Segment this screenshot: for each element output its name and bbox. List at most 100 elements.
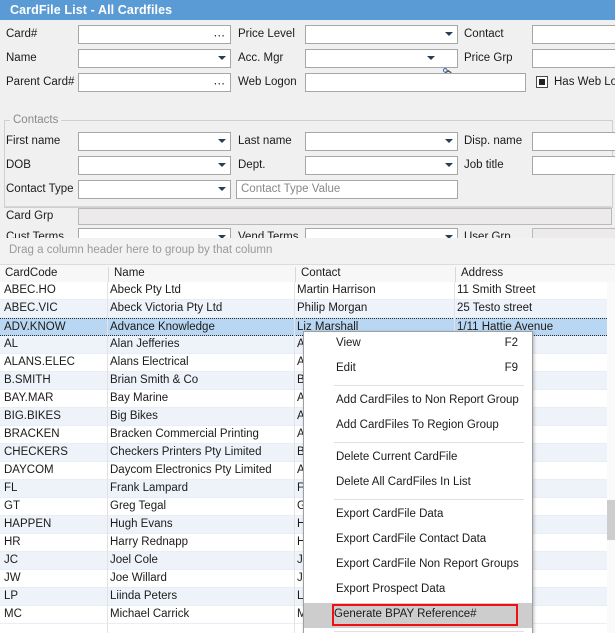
cell-contact: Martin Harrison xyxy=(297,284,452,296)
cell-name: Joe Willard xyxy=(110,572,292,584)
cell-name: Frank Lampard xyxy=(110,482,292,494)
has-web-logon-checkbox[interactable] xyxy=(536,76,548,88)
context-menu[interactable]: ViewF2EditF9 Add CardFiles to Non Report … xyxy=(303,331,533,633)
price-grp-input[interactable] xyxy=(532,49,615,68)
cell-name: Joel Cole xyxy=(110,554,292,566)
chevron-down-icon[interactable] xyxy=(218,163,226,167)
table-row[interactable]: ABEC.VIC Abeck Victoria Pty Ltd Philip Mor… xyxy=(0,300,615,318)
cell-cardcode: GT xyxy=(4,500,104,512)
card-no-input[interactable]: ⋯ xyxy=(78,25,231,44)
cell-cardcode: FL xyxy=(4,482,104,494)
menu-item-add-cardfiles-to-non-report-group[interactable]: Add CardFiles to Non Report Group xyxy=(304,389,532,414)
ellipsis-icon[interactable]: ⋯ xyxy=(214,76,227,90)
first-name-select[interactable] xyxy=(78,132,231,151)
menu-item-label: Add CardFiles To Region Group xyxy=(336,419,499,431)
card-grp-label: Card Grp xyxy=(6,210,53,222)
chevron-down-icon[interactable] xyxy=(218,187,226,191)
group-by-panel[interactable]: Drag a column header here to group by th… xyxy=(0,238,615,265)
grid-column-header-name[interactable]: Name xyxy=(108,267,295,282)
cell-name: Bay Marine xyxy=(110,392,292,404)
cell-name: Bracken Commercial Printing xyxy=(110,428,292,440)
cell-cardcode: ADV.KNOW xyxy=(4,321,104,333)
contact-type-select[interactable] xyxy=(78,180,231,199)
menu-item-label: Edit xyxy=(336,362,356,374)
price-level-select[interactable] xyxy=(305,25,458,44)
menu-separator xyxy=(334,442,524,443)
cell-name: Big Bikes xyxy=(110,410,292,422)
cell-cardcode: BRACKEN xyxy=(4,428,104,440)
ellipsis-icon[interactable]: ⋯ xyxy=(214,28,227,42)
menu-item-label: Generate BPAY Reference# xyxy=(334,608,477,620)
cell-cardcode: CHECKERS xyxy=(4,446,104,458)
grid-column-header-address[interactable]: Address xyxy=(455,267,615,282)
disp-name-label: Disp. name xyxy=(464,135,522,147)
scrollbar-thumb[interactable] xyxy=(607,500,615,540)
acc-mgr-label: Acc. Mgr xyxy=(238,52,283,64)
parent-card-no-input[interactable]: ⋯ xyxy=(78,73,231,92)
contact-type-value-placeholder: Contact Type Value xyxy=(241,183,340,195)
chevron-down-icon[interactable] xyxy=(218,139,226,143)
cell-name: Abeck Pty Ltd xyxy=(110,284,292,296)
cell-name: Abeck Victoria Pty Ltd xyxy=(110,302,292,314)
cell-cardcode: DAYCOM xyxy=(4,464,104,476)
cell-cardcode: MC xyxy=(4,608,104,620)
contact-type-label: Contact Type xyxy=(6,183,74,195)
chevron-down-icon[interactable] xyxy=(218,56,226,60)
cell-name: Michael Carrick xyxy=(110,608,292,620)
menu-item-label: Delete All CardFiles In List xyxy=(336,476,471,488)
chevron-down-icon[interactable] xyxy=(445,163,453,167)
menu-item-add-cardfiles-to-region-group[interactable]: Add CardFiles To Region Group xyxy=(304,414,532,439)
menu-item-export-cardfile-contact-data[interactable]: Export CardFile Contact Data xyxy=(304,528,532,553)
disp-name-input[interactable] xyxy=(532,132,615,151)
menu-item-delete-all-cardfiles-in-list[interactable]: Delete All CardFiles In List xyxy=(304,471,532,496)
dob-label: DOB xyxy=(6,159,31,171)
cell-cardcode: B.SMITH xyxy=(4,374,104,386)
menu-item-label: Export CardFile Data xyxy=(336,508,443,520)
menu-item-export-prospect-data[interactable]: Export Prospect Data xyxy=(304,578,532,603)
menu-item-generate-bpay-reference[interactable]: Generate BPAY Reference# xyxy=(304,603,532,628)
job-title-input[interactable] xyxy=(532,156,615,175)
web-logon-input[interactable] xyxy=(305,73,526,92)
menu-item-export-cardfile-non-report-groups[interactable]: Export CardFile Non Report Groups xyxy=(304,553,532,578)
menu-item-edit[interactable]: EditF9 xyxy=(304,357,532,382)
menu-item-export-cardfile-data[interactable]: Export CardFile Data xyxy=(304,503,532,528)
cell-cardcode: AL xyxy=(4,338,104,350)
cell-address: 25 Testo street xyxy=(457,302,609,314)
window-title-bar: CardFile List - All Cardfiles xyxy=(0,0,615,21)
chevron-down-icon[interactable] xyxy=(445,139,453,143)
acc-mgr-select[interactable] xyxy=(305,49,458,68)
cell-name: Checkers Printers Pty Limited xyxy=(110,446,292,458)
divider xyxy=(4,206,611,207)
menu-item-view[interactable]: ViewF2 xyxy=(304,332,532,357)
contacts-groupbox-legend: Contacts xyxy=(10,114,61,126)
dob-select[interactable] xyxy=(78,156,231,175)
card-no-label: Card# xyxy=(6,28,37,40)
card-grp-input[interactable] xyxy=(78,208,612,225)
cell-cardcode: ALANS.ELEC xyxy=(4,356,104,368)
column-separator xyxy=(107,282,108,633)
menu-item-label: Export CardFile Non Report Groups xyxy=(336,558,519,570)
dept-select[interactable] xyxy=(305,156,458,175)
menu-separator xyxy=(334,499,524,500)
price-level-label: Price Level xyxy=(238,28,295,40)
cell-name: Hugh Evans xyxy=(110,518,292,530)
job-title-label: Job title xyxy=(464,159,504,171)
contact-input[interactable] xyxy=(532,25,615,44)
chevron-down-icon[interactable] xyxy=(445,32,453,36)
menu-item-label: Delete Current CardFile xyxy=(336,451,457,463)
vertical-scrollbar[interactable] xyxy=(607,282,615,633)
column-separator xyxy=(294,282,295,633)
grid-column-header-contact[interactable]: Contact xyxy=(295,267,455,282)
table-row[interactable]: ABEC.HOAbeck Pty LtdMartin Harrison11 Sm… xyxy=(0,282,615,300)
cell-cardcode: ABEC.VIC xyxy=(4,302,104,314)
grid-column-header-cardcode[interactable]: CardCode xyxy=(0,267,108,282)
name-select[interactable] xyxy=(78,49,231,68)
chevron-down-icon[interactable] xyxy=(427,56,435,60)
dept-label: Dept. xyxy=(238,159,266,171)
cell-contact: Philip Morgan xyxy=(297,302,452,314)
last-name-select[interactable] xyxy=(305,132,458,151)
menu-item-label: Export Prospect Data xyxy=(336,583,445,595)
contact-type-value-input[interactable]: Contact Type Value xyxy=(236,180,458,199)
menu-item-shortcut: F2 xyxy=(505,337,518,349)
menu-item-delete-current-cardfile[interactable]: Delete Current CardFile xyxy=(304,446,532,471)
